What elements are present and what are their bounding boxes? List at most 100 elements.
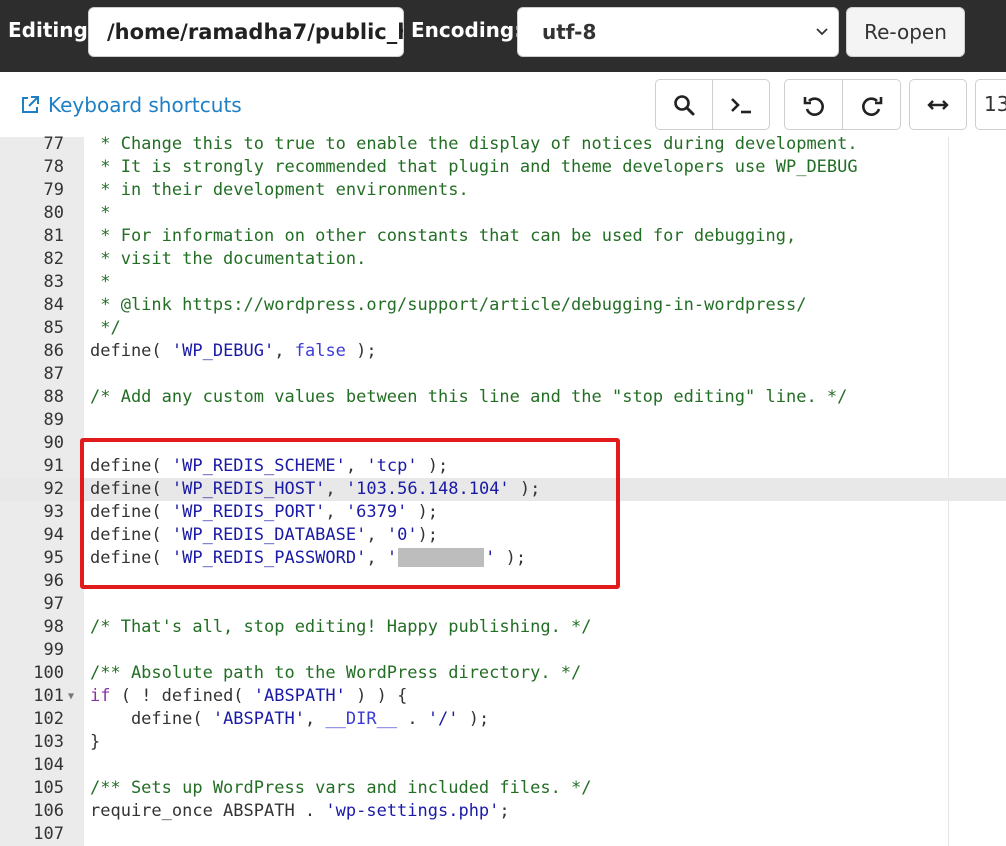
line-number: 96: [43, 571, 64, 591]
code-line-104[interactable]: 104: [0, 754, 1006, 777]
code-text: * visit the documentation.: [90, 249, 367, 269]
line-number: 107: [33, 824, 64, 844]
line-number: 92: [43, 479, 64, 499]
line-number: 85: [43, 318, 64, 338]
code-line-78[interactable]: 78 * It is strongly recommended that plu…: [0, 156, 1006, 179]
line-number: 88: [43, 387, 64, 407]
encoding-select[interactable]: utf-8: [517, 7, 839, 57]
line-number: 104: [33, 755, 64, 775]
terminal-button[interactable]: [712, 79, 770, 130]
code-line-105[interactable]: 105 /** Sets up WordPress vars and includ…: [0, 777, 1006, 800]
code-line-93[interactable]: 93 define( 'WP_REDIS_PORT', '6379' );: [0, 501, 1006, 524]
code-line-97[interactable]: 97: [0, 593, 1006, 616]
line-number: 80: [43, 203, 64, 223]
search-button[interactable]: [655, 79, 713, 130]
line-number: 79: [43, 180, 64, 200]
undo-button[interactable]: [784, 79, 843, 130]
code-line-95[interactable]: 95 define( 'WP_REDIS_PASSWORD', ' ' );: [0, 547, 1006, 570]
code-line-87[interactable]: 87: [0, 363, 1006, 386]
line-number: 98: [43, 617, 64, 637]
word-wrap-button[interactable]: [909, 79, 967, 130]
code-line-89[interactable]: 89: [0, 409, 1006, 432]
arrows-horizontal-icon: [927, 99, 949, 110]
code-line-107[interactable]: 107: [0, 823, 1006, 846]
code-line-101[interactable]: 101 ▼ if ( ! defined( 'ABSPATH' ) ) {: [0, 685, 1006, 708]
code-text: * Change this to true to enable the disp…: [90, 134, 858, 154]
code-text: /** Absolute path to the WordPress direc…: [90, 663, 582, 683]
redo-icon: [861, 96, 882, 116]
code-line-100[interactable]: 100 /** Absolute path to the WordPress di…: [0, 662, 1006, 685]
line-number: 97: [43, 594, 64, 614]
line-number: 91: [43, 456, 64, 476]
code-line-94[interactable]: 94 define( 'WP_REDIS_DATABASE', '0');: [0, 524, 1006, 547]
line-number: 77: [43, 134, 64, 154]
line-number: 78: [43, 157, 64, 177]
reopen-button[interactable]: Re-open: [846, 7, 965, 57]
undo-icon: [803, 96, 824, 116]
code-text: define( 'WP_REDIS_PASSWORD', ' ' );: [90, 548, 527, 568]
code-line-81[interactable]: 81 * For information on other constants …: [0, 225, 1006, 248]
line-number: 83: [43, 272, 64, 292]
redo-button[interactable]: [842, 79, 901, 130]
code-line-103[interactable]: 103}: [0, 731, 1006, 754]
line-number: 82: [43, 249, 64, 269]
code-line-79[interactable]: 79 * in their development environments.: [0, 179, 1006, 202]
font-size-input[interactable]: 13: [975, 79, 1006, 130]
code-line-84[interactable]: 84 * @link https://wordpress.org/support…: [0, 294, 1006, 317]
code-text: * in their development environments.: [90, 180, 469, 200]
line-number: 99: [43, 640, 64, 660]
line-number: 86: [43, 341, 64, 361]
code-text: require_once ABSPATH . 'wp-settings.php'…: [90, 801, 510, 821]
code-line-98[interactable]: 98 /* That's all, stop editing! Happy pub…: [0, 616, 1006, 639]
line-number: 94: [43, 525, 64, 545]
code-line-91[interactable]: 91 define( 'WP_REDIS_SCHEME', 'tcp' );: [0, 455, 1006, 478]
encoding-value: utf-8: [542, 20, 597, 44]
code-line-85[interactable]: 85 */: [0, 317, 1006, 340]
code-line-83[interactable]: 83 *: [0, 271, 1006, 294]
code-line-99[interactable]: 99: [0, 639, 1006, 662]
code-text: *: [90, 272, 111, 292]
line-number: 89: [43, 410, 64, 430]
keyboard-shortcuts-link[interactable]: Keyboard shortcuts: [20, 93, 242, 117]
code-text: * For information on other constants tha…: [90, 226, 797, 246]
keyboard-shortcuts-label: Keyboard shortcuts: [48, 93, 242, 117]
line-number: 84: [43, 295, 64, 315]
code-line-77[interactable]: 77 * Change this to true to enable the d…: [0, 133, 1006, 156]
code-text: define( 'WP_REDIS_SCHEME', 'tcp' );: [90, 456, 449, 476]
line-number: 105: [33, 778, 64, 798]
chevron-down-icon: [816, 28, 828, 36]
fold-toggle-icon[interactable]: ▼: [68, 685, 74, 708]
redacted-password: [398, 548, 485, 567]
code-line-102[interactable]: 102 define( 'ABSPATH', __DIR__ . '/' );: [0, 708, 1006, 731]
code-text: if ( ! defined( 'ABSPATH' ) ) {: [90, 686, 408, 706]
code-line-92[interactable]: 92 define( 'WP_REDIS_HOST', '103.56.148.1…: [0, 478, 1006, 501]
line-number: 93: [43, 502, 64, 522]
code-text: * It is strongly recommended that plugin…: [90, 157, 858, 177]
line-number: 81: [43, 226, 64, 246]
encoding-label: Encoding:: [411, 18, 523, 42]
line-number: 90: [43, 433, 64, 453]
code-editor[interactable]: 77 * Change this to true to enable the d…: [0, 133, 1006, 846]
code-text: /* Add any custom values between this li…: [90, 387, 848, 407]
external-link-icon: [22, 96, 39, 113]
code-text: }: [90, 732, 101, 752]
code-text: define( 'WP_REDIS_PORT', '6379' );: [90, 502, 439, 522]
code-line-86[interactable]: 86 define( 'WP_DEBUG', false );: [0, 340, 1006, 363]
code-line-90[interactable]: 90: [0, 432, 1006, 455]
terminal-icon: [731, 97, 751, 113]
code-line-88[interactable]: 88 /* Add any custom values between this …: [0, 386, 1006, 409]
code-text: *: [90, 203, 111, 223]
line-number: 87: [43, 364, 64, 384]
editor-topbar: Editing: /home/ramadha7/public_h Encodin…: [0, 0, 1006, 72]
code-line-80[interactable]: 80 *: [0, 202, 1006, 225]
code-text: /** Sets up WordPress vars and included …: [90, 778, 592, 798]
code-line-82[interactable]: 82 * visit the documentation.: [0, 248, 1006, 271]
line-number: 106: [33, 801, 64, 821]
file-path-input[interactable]: /home/ramadha7/public_h: [88, 7, 404, 57]
code-line-106[interactable]: 106 require_once ABSPATH . 'wp-settings.p…: [0, 800, 1006, 823]
code-text: /* That's all, stop editing! Happy publi…: [90, 617, 592, 637]
line-number: 103: [33, 732, 64, 752]
line-number: 102: [33, 709, 64, 729]
code-text: define( 'WP_REDIS_HOST', '103.56.148.104…: [90, 479, 541, 499]
code-line-96[interactable]: 96: [0, 570, 1006, 593]
